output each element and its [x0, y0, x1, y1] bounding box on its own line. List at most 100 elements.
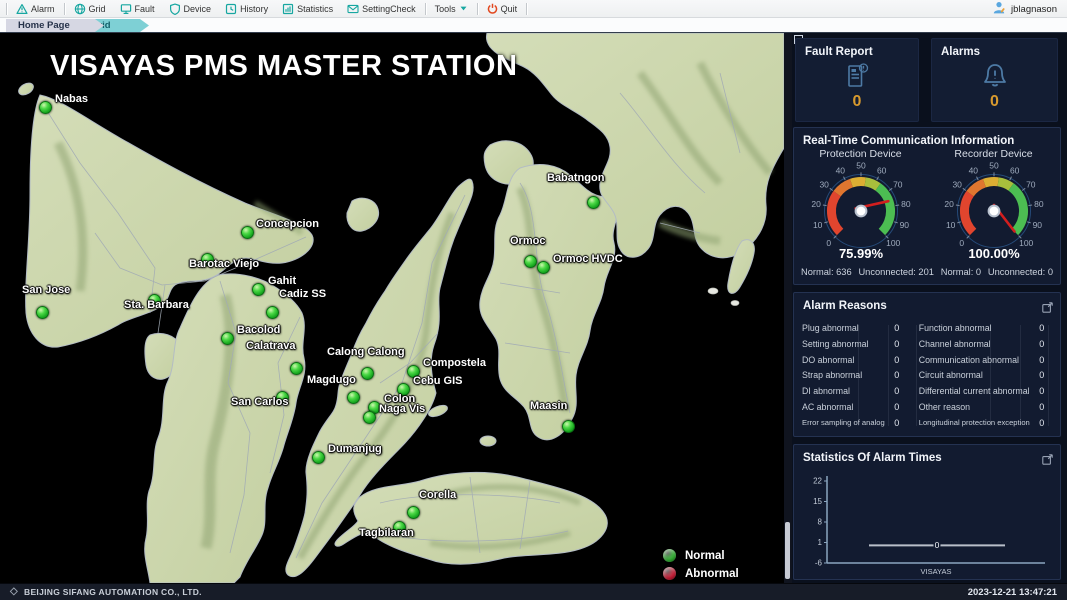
toolbar-separator: [477, 3, 478, 15]
legend-item-normal: Normal: [663, 549, 739, 562]
alarm-bell-icon: [932, 61, 1057, 91]
alarm-reason-row: DO abnormal0: [802, 355, 909, 365]
svg-text:40: 40: [968, 166, 978, 176]
station-marker-bacolod[interactable]: [221, 332, 234, 345]
dashboard-panel: Fault Report 0 Alarms 0 Real-Time Commun…: [792, 33, 1067, 583]
alarm-icon: [16, 3, 28, 15]
svg-text:70: 70: [1026, 179, 1036, 189]
station-label: Nabas: [55, 93, 88, 105]
visayas-islands-map: [0, 33, 784, 583]
station-marker-san-jose[interactable]: [36, 306, 49, 319]
station-label: Dumanjug: [328, 443, 382, 455]
station-label: Maasin: [530, 400, 567, 412]
realtime-comm-title: Real-Time Communication Information: [803, 135, 1060, 147]
alarm-times-card: Statistics Of Alarm Times 221581-60VISAY…: [793, 444, 1061, 580]
station-label: Gahit: [268, 275, 296, 287]
station-label: Bacolod: [237, 324, 280, 336]
expand-icon[interactable]: [1042, 452, 1053, 470]
monitor-icon: [120, 3, 132, 15]
svg-text:VISAYAS: VISAYAS: [921, 567, 952, 576]
fault-report-card[interactable]: Fault Report 0: [795, 38, 919, 122]
breadcrumb-tab-bar: Home Page Grid: [0, 18, 1067, 33]
station-marker-calong-calong[interactable]: [361, 367, 374, 380]
grid-button[interactable]: Grid: [67, 0, 113, 17]
panel-scrollbar-track[interactable]: [784, 33, 792, 583]
svg-text:80: 80: [901, 199, 911, 209]
alarm-reason-row: Error sampling of analog0: [802, 418, 909, 428]
fault-button[interactable]: Fault: [113, 0, 162, 17]
station-marker-babatngon[interactable]: [587, 196, 600, 209]
history-button[interactable]: History: [218, 0, 275, 17]
svg-text:1: 1: [818, 538, 823, 547]
station-marker-maasin[interactable]: [562, 420, 575, 433]
map-title: VISAYAS PMS MASTER STATION: [50, 50, 517, 83]
main-toolbar: Alarm GridFaultDeviceHistoryStatisticsSet…: [0, 0, 1067, 18]
device-button[interactable]: Device: [162, 0, 219, 17]
map-legend: NormalAbnormal: [663, 549, 739, 583]
alarm-reason-row: Longitudinal protection exception0: [919, 418, 1054, 428]
station-label: Calong Calong: [327, 346, 405, 358]
settingcheck-button[interactable]: SettingCheck: [340, 0, 423, 17]
station-marker-dumanjug[interactable]: [312, 451, 325, 464]
station-marker-magdugo[interactable]: [347, 391, 360, 404]
station-marker-corella[interactable]: [407, 506, 420, 519]
station-label: Cadiz SS: [279, 288, 326, 300]
settingcheck-icon: [347, 3, 359, 15]
tab-home-page[interactable]: Home Page: [6, 19, 104, 32]
station-marker-ormoc[interactable]: [524, 255, 537, 268]
expand-icon[interactable]: [1042, 300, 1053, 318]
station-label: Barotac Viejo: [189, 258, 259, 270]
station-marker-concepcion[interactable]: [241, 226, 254, 239]
station-marker-gahit[interactable]: [252, 283, 265, 296]
user-account[interactable]: jblagnason: [992, 0, 1057, 18]
legend-abnormal-dot: [663, 567, 676, 580]
shield-icon: [169, 3, 181, 15]
alarm-button[interactable]: Alarm: [9, 0, 62, 17]
svg-text:30: 30: [819, 179, 829, 189]
svg-text:60: 60: [876, 166, 886, 176]
alarms-title: Alarms: [941, 46, 1057, 58]
svg-text:100: 100: [886, 238, 900, 248]
gauge-protection-device: Protection Device01020304050607080901007…: [797, 148, 925, 270]
station-label: Ormoc HVDC: [553, 253, 623, 265]
quit-button[interactable]: Quit: [480, 0, 525, 17]
alarm-reason-row: Channel abnormal0: [919, 339, 1054, 349]
station-label: San Carlos: [231, 396, 288, 408]
chevron-down-icon: [459, 4, 468, 13]
island-boracay: [17, 81, 36, 98]
toolbar-separator: [6, 3, 7, 15]
system-datetime: 2023-12-21 13:47:21: [968, 587, 1057, 598]
station-label: Calatrava: [246, 340, 296, 352]
tools-menu-button[interactable]: Tools: [428, 0, 475, 17]
toolbar-separator: [64, 3, 65, 15]
alarm-reason-row: Setting abnormal0: [802, 339, 909, 349]
comm-stat: Unconnected: 0: [988, 267, 1053, 277]
company-logo-icon: ◇: [10, 587, 18, 597]
svg-text:80: 80: [1034, 199, 1044, 209]
station-marker-ormoc-hvdc[interactable]: [537, 261, 550, 274]
panel-scrollbar-thumb[interactable]: [785, 522, 790, 579]
station-marker-nabas[interactable]: [39, 101, 52, 114]
alarms-count: 0: [932, 93, 1057, 111]
alarms-card[interactable]: Alarms 0: [931, 38, 1058, 122]
fault-report-count: 0: [796, 93, 918, 111]
station-label: Ormoc: [510, 235, 545, 247]
station-marker-calatrava[interactable]: [290, 362, 303, 375]
alarm-reason-row: Function abnormal0: [919, 323, 1054, 333]
islet: [708, 288, 718, 294]
alarm-reasons-title: Alarm Reasons: [803, 300, 1060, 312]
svg-text:15: 15: [813, 497, 822, 506]
station-marker-naga-vis[interactable]: [363, 411, 376, 424]
svg-text:90: 90: [1032, 220, 1042, 230]
user-avatar-icon: [992, 1, 1006, 17]
comm-stat: Normal: 636: [801, 267, 852, 277]
comm-stat: Unconnected: 201: [858, 267, 933, 277]
alarm-reason-row: Circuit abnormal0: [919, 370, 1054, 380]
svg-text:8: 8: [818, 518, 823, 527]
statistics-button[interactable]: Statistics: [275, 0, 340, 17]
station-marker-cadiz-ss[interactable]: [266, 306, 279, 319]
grid-map[interactable]: VISAYAS PMS MASTER STATION NabasConcepci…: [0, 33, 784, 583]
alarm-reason-row: AC abnormal0: [802, 402, 909, 412]
alarm-reason-row: Differential current abnormal0: [919, 386, 1054, 396]
station-label: Naga Vis: [379, 403, 425, 415]
